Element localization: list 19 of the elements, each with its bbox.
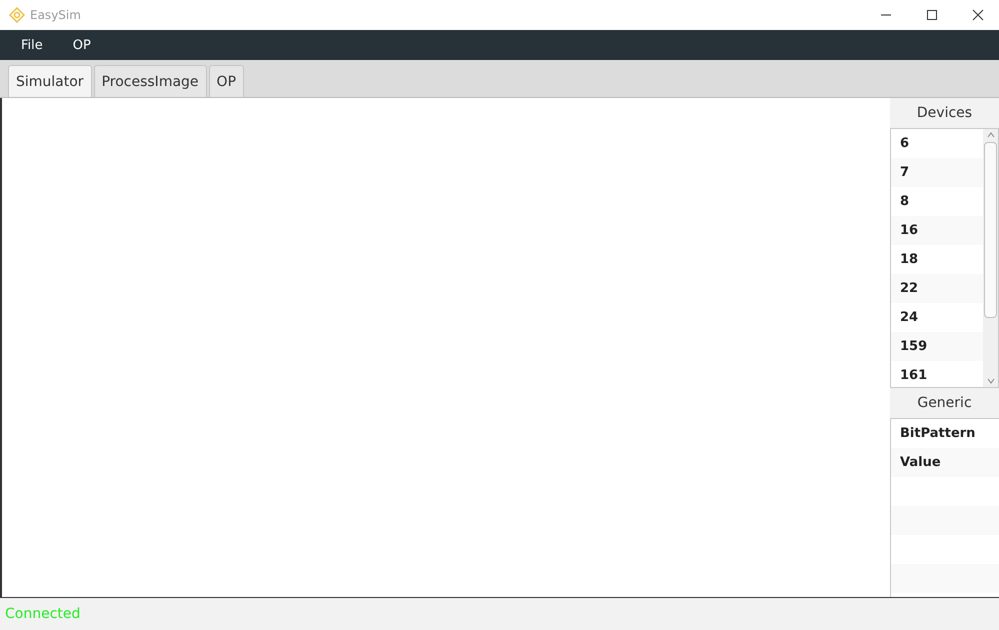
list-item[interactable]: 159 [891,332,983,361]
tab[interactable]: ProcessImage [94,65,207,97]
tab[interactable]: OP [208,65,244,97]
maximize-icon[interactable] [926,9,938,21]
app-logo-icon [9,7,25,23]
list-item[interactable]: 22 [891,274,983,303]
menu-item[interactable]: File [21,38,43,52]
close-icon[interactable] [972,9,984,21]
window-title: EasySim [30,8,81,22]
scrollbar-thumb[interactable] [984,142,997,318]
tab[interactable]: Simulator [8,65,92,97]
menu-item[interactable]: OP [72,38,91,52]
scroll-down-icon[interactable] [986,378,994,384]
list-item[interactable]: 16 [891,216,983,245]
status-text: Connected [5,606,80,622]
list-item[interactable]: Value [891,448,999,477]
scroll-up-icon[interactable] [986,132,994,138]
scrollbar[interactable] [983,129,998,387]
list-item[interactable]: 7 [891,158,983,187]
